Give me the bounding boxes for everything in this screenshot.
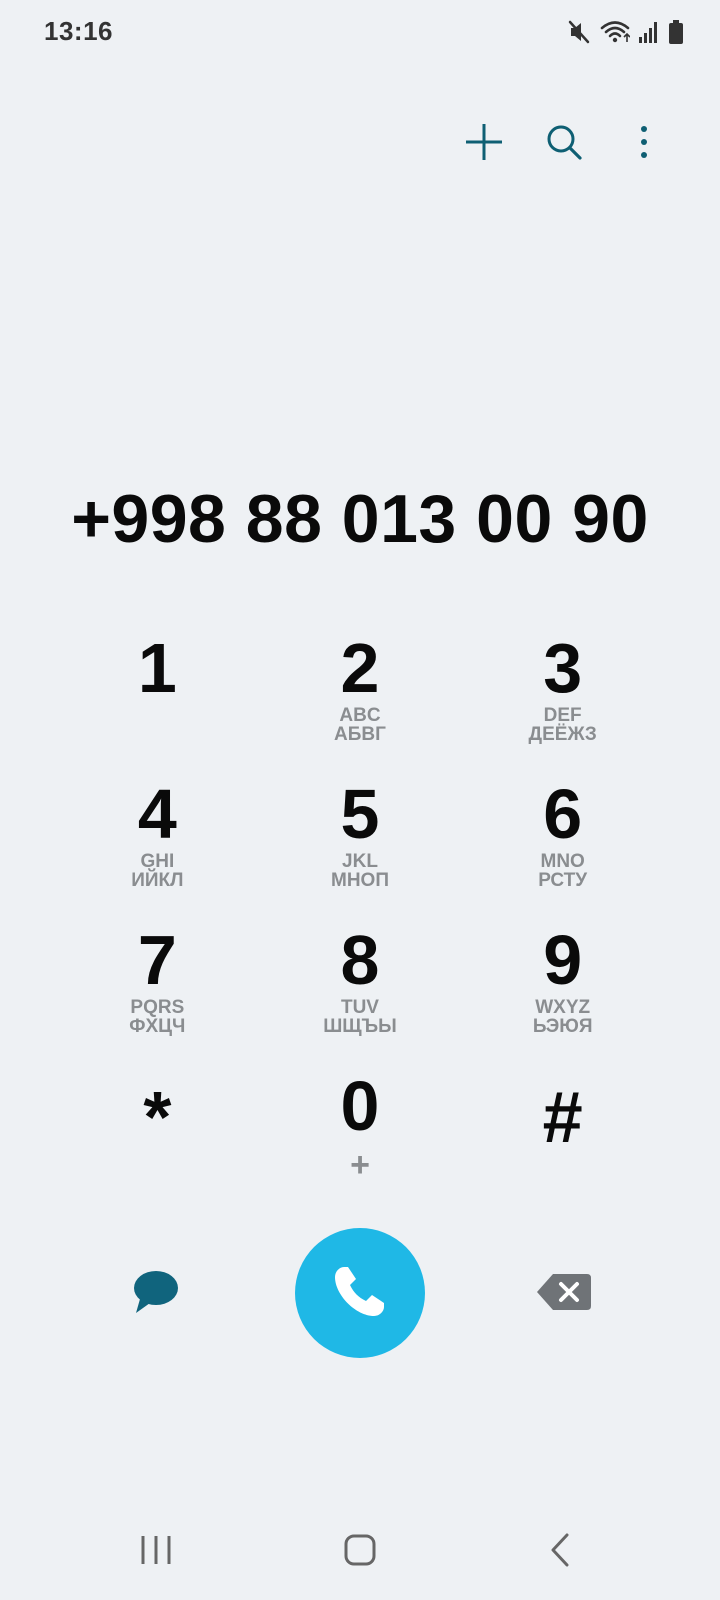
key-4[interactable]: 4 GHI ИЙКЛ: [56, 776, 259, 922]
message-icon: [130, 1269, 180, 1320]
mute-icon: [566, 19, 592, 45]
search-icon: [544, 122, 584, 167]
key-hash-symbol: #: [542, 1078, 583, 1158]
key-letters-cyrillic: ДЕЁЖЗ: [528, 724, 597, 745]
key-letters-cyrillic: ШЩЪЫ: [323, 1016, 397, 1037]
key-letters-latin: PQRS: [130, 997, 185, 1018]
key-letters-cyrillic: ФХЦЧ: [129, 1016, 186, 1037]
status-bar: 13:16: [0, 0, 720, 64]
key-digit: 5: [340, 775, 380, 853]
dialed-number[interactable]: +998 88 013 00 90: [0, 480, 720, 558]
home-button[interactable]: [330, 1530, 390, 1574]
back-icon: [543, 1533, 577, 1572]
key-digit: 4: [137, 775, 177, 853]
key-2[interactable]: 2 ABC АБВГ: [259, 630, 462, 776]
key-6[interactable]: 6 MNO РСТУ: [461, 776, 664, 922]
recents-icon: [139, 1533, 173, 1572]
recents-button[interactable]: [126, 1530, 186, 1574]
key-digit: 8: [340, 921, 380, 999]
key-digit: 0: [340, 1067, 380, 1145]
key-1[interactable]: 1: [56, 630, 259, 776]
key-digit: 6: [543, 775, 583, 853]
status-time: 13:16: [44, 16, 113, 46]
key-letters-cyrillic: РСТУ: [538, 870, 588, 891]
search-button[interactable]: [538, 118, 590, 170]
signal-icon: [638, 20, 660, 44]
home-icon: [343, 1533, 377, 1572]
status-icons: [566, 18, 684, 46]
key-digit: 3: [543, 629, 583, 707]
call-button[interactable]: [295, 1228, 425, 1358]
battery-icon: [668, 19, 684, 45]
key-digit: 2: [340, 629, 380, 707]
add-contact-button[interactable]: [458, 118, 510, 170]
keypad: 1 2 ABC АБВГ 3 DEF ДЕЁЖЗ 4 GHI ИЙКЛ 5 JK…: [56, 630, 664, 1214]
key-letters-latin: DEF: [543, 705, 582, 726]
key-letters-latin: TUV: [340, 997, 379, 1018]
key-hash[interactable]: #: [461, 1068, 664, 1214]
more-options-button[interactable]: [618, 118, 670, 170]
key-digit: 1: [137, 629, 177, 707]
key-0[interactable]: 0 +: [259, 1068, 462, 1214]
key-7[interactable]: 7 PQRS ФХЦЧ: [56, 922, 259, 1068]
key-star-symbol: *: [143, 1078, 172, 1158]
key-letters-latin: JKL: [342, 851, 378, 872]
key-letters-latin: WXYZ: [535, 997, 591, 1018]
key-letters-cyrillic: АБВГ: [334, 724, 386, 745]
backspace-button[interactable]: [532, 1266, 596, 1322]
backspace-icon: [535, 1272, 593, 1317]
more-vert-icon: [638, 124, 650, 165]
key-digit: 9: [543, 921, 583, 999]
key-8[interactable]: 8 TUV ШЩЪЫ: [259, 922, 462, 1068]
key-letters-latin: MNO: [540, 851, 585, 872]
top-actions: [458, 118, 670, 170]
back-button[interactable]: [530, 1530, 590, 1574]
key-3[interactable]: 3 DEF ДЕЁЖЗ: [461, 630, 664, 776]
plus-icon: [464, 122, 504, 167]
wifi-icon: [600, 19, 630, 45]
key-digit: 7: [137, 921, 177, 999]
key-letters-cyrillic: ИЙКЛ: [131, 870, 184, 891]
send-message-button[interactable]: [120, 1262, 190, 1326]
key-5[interactable]: 5 JKL МНОП: [259, 776, 462, 922]
phone-icon: [328, 1259, 392, 1328]
dialer-actions: [0, 1228, 720, 1360]
key-letters-cyrillic: ЬЭЮЯ: [532, 1016, 593, 1037]
key-star[interactable]: *: [56, 1068, 259, 1214]
key-9[interactable]: 9 WXYZ ЬЭЮЯ: [461, 922, 664, 1068]
key-letters-latin: GHI: [140, 851, 175, 872]
key-letters-cyrillic: МНОП: [331, 870, 389, 891]
key-plus-symbol: +: [350, 1146, 370, 1184]
key-letters-latin: ABC: [339, 705, 381, 726]
